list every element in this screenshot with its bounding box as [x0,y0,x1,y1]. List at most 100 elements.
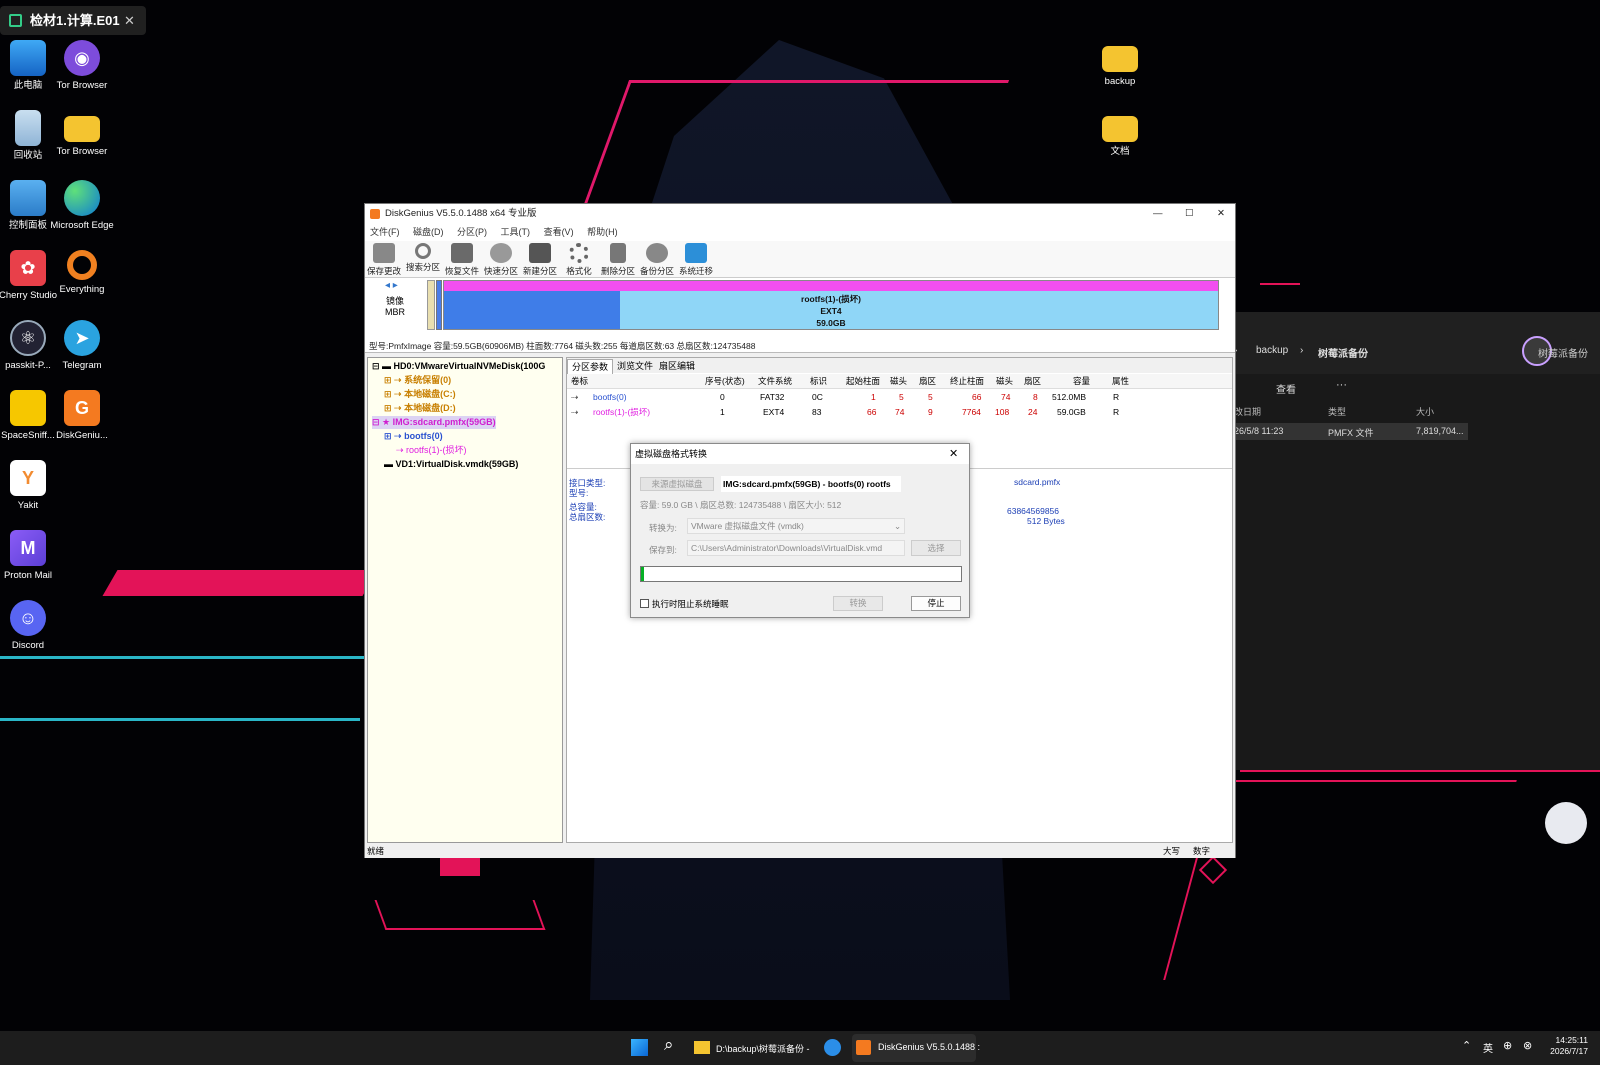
close-icon[interactable]: ✕ [124,6,135,35]
desktop-icon-tor-browser[interactable]: ◉ Tor Browser [50,40,114,92]
vm-tab[interactable]: 检材1.计算.E01 ✕ [0,6,146,35]
system-migration-button[interactable]: 系统迁移 [677,242,715,277]
breadcrumb-backup[interactable]: backup [1256,345,1288,356]
search-hint[interactable]: 树莓派备份 [1538,345,1588,360]
desktop-icon-documents[interactable]: 文档 [1088,110,1152,158]
tree-item-hd0[interactable]: ⊟ ▬ HD0:VMwareVirtualNVMeDisk(100G [372,360,545,373]
network-icon[interactable]: ⊗ [1523,1039,1532,1052]
disk-info-bar: 型号:PmfxImage 容量:59.5GB(60906MB) 柱面数:7764… [365,340,1235,353]
maximize-icon[interactable]: ☐ [1185,204,1194,224]
desktop-icon-diskgenius[interactable]: G DiskGeniu... [50,390,114,442]
convert-format-select[interactable]: VMware 虚拟磁盘文件 (vmdk) ⌄ [687,518,905,534]
backup-partition-button[interactable]: 备份分区 [638,242,676,277]
column-header[interactable]: 磁头 [996,374,1013,389]
desktop-icon-proton-mail[interactable]: M Proton Mail [0,530,60,582]
source-disk-value: IMG:sdcard.pmfx(59GB) - bootfs(0) rootfs [721,476,901,492]
close-icon[interactable]: ✕ [1217,204,1225,224]
menu-help[interactable]: 帮助(H) [587,227,618,237]
new-partition-button[interactable]: 新建分区 [521,242,559,277]
taskbar-explorer[interactable]: D:\backup\树莓派备份 - [690,1034,818,1062]
column-header[interactable]: 卷标 [571,374,588,389]
taskbar-diskgenius[interactable]: DiskGenius V5.5.0.1488 : [852,1034,980,1062]
desktop-icon-backup[interactable]: backup [1088,40,1152,88]
tree-item-bootfs[interactable]: ⊞ ⇢ bootfs(0) [384,430,443,443]
column-type[interactable]: 类型 [1328,405,1346,418]
column-size[interactable]: 大小 [1416,405,1434,418]
folder-icon [694,1041,710,1054]
close-icon[interactable]: ✕ [949,444,958,464]
globe-icon[interactable]: ⊕ [1503,1039,1512,1052]
tab-partition-params[interactable]: 分区参数 [567,359,614,374]
menu-partition[interactable]: 分区(P) [457,227,487,237]
save-changes-button[interactable]: 保存更改 [365,242,403,277]
column-header[interactable]: 标识 [810,374,827,389]
table-row[interactable]: ⇢ bootfs(0) 0 FAT32 0C 1 5 5 66 74 8 512… [567,390,1232,405]
assistant-avatar-icon[interactable] [1545,802,1587,844]
column-header[interactable]: 起始柱面 [846,374,880,389]
column-header[interactable]: 扇区 [919,374,936,389]
column-header[interactable]: 文件系统 [758,374,792,389]
tree-item-vd1[interactable]: ▬ VD1:VirtualDisk.vmdk(59GB) [384,458,518,471]
toolbar-label: 格式化 [566,266,592,276]
map-bootfs[interactable] [436,280,442,330]
prevent-sleep-checkbox[interactable] [640,599,649,608]
desktop-icon-discord[interactable]: ☺ Discord [0,600,60,652]
tree-item-system-reserved[interactable]: ⊞ ⇢ 系统保留(0) [384,374,451,387]
delete-partition-button[interactable]: 删除分区 [599,242,637,277]
view-button[interactable]: 查看 [1276,381,1296,396]
tree-item-c-drive[interactable]: ⊞ ⇢ 本地磁盘(C:) [384,388,456,401]
convert-button[interactable]: 转换 [833,596,883,611]
tree-item-img-sdcard[interactable]: ⊟ ★ IMG:sdcard.pmfx(59GB) [372,416,496,429]
map-mbr-label: MBR [385,307,405,317]
table-row[interactable]: ⇢ rootfs(1)-(损坏) 1 EXT4 83 66 74 9 7764 … [567,405,1232,420]
desktop-icon-yakit[interactable]: Y Yakit [0,460,60,512]
column-header[interactable]: 扇区 [1024,374,1041,389]
minimize-icon[interactable]: — [1153,204,1163,224]
progress-fill [641,567,645,581]
menu-view[interactable]: 查看(V) [544,227,574,237]
menu-file[interactable]: 文件(F) [370,227,400,237]
format-button[interactable]: 格式化 [560,242,598,277]
recover-files-button[interactable]: 恢复文件 [443,242,481,277]
column-date[interactable]: 改日期 [1234,405,1261,418]
source-disk-button[interactable]: 来源虚拟磁盘 [640,477,714,491]
toolbar-label: 删除分区 [600,266,635,276]
menu-tools[interactable]: 工具(T) [501,227,531,237]
ime-indicator[interactable]: 英 [1483,1040,1493,1055]
column-header[interactable]: 容量 [1073,374,1090,389]
map-rootfs[interactable]: rootfs(1)-(损坏) EXT4 59.0GB [443,280,1219,330]
safari-icon[interactable] [824,1039,841,1056]
table-row[interactable]: 26/5/8 11:23 PMFX 文件 7,819,704... [1230,423,1468,440]
search-icon[interactable]: ⌕ [664,1035,674,1055]
start-icon[interactable] [631,1039,648,1056]
clock[interactable]: 14:25:11 2026/7/17 [1548,1035,1588,1057]
map-unallocated[interactable] [427,280,435,330]
column-header[interactable]: 属性 [1112,374,1129,389]
desktop-icon-telegram[interactable]: ➤ Telegram [50,320,114,372]
toolbar-label: 新建分区 [522,266,557,276]
recycle-bin-icon [15,110,41,146]
choose-path-button[interactable]: 选择 [911,540,961,556]
clock-time: 14:25:11 [1555,1035,1588,1045]
tree-item-d-drive[interactable]: ⊞ ⇢ 本地磁盘(D:) [384,402,456,415]
column-header[interactable]: 磁头 [890,374,907,389]
breadcrumb-current[interactable]: 树莓派备份 [1318,345,1368,360]
cell-id: 0C [812,392,823,402]
arrow-nav-icon[interactable]: ◂ ▸ [385,280,398,291]
desktop-icon-everything[interactable]: Everything [50,250,114,296]
tab-sector-editor[interactable]: 扇区编辑 [655,359,699,373]
tab-browse-files[interactable]: 浏览文件 [613,359,657,373]
quick-partition-button[interactable]: 快速分区 [482,242,520,277]
menu-disk[interactable]: 磁盘(D) [413,227,444,237]
stop-button[interactable]: 停止 [911,596,961,611]
column-header[interactable]: 序号(状态) [705,374,745,389]
desktop-icon-edge[interactable]: Microsoft Edge [50,180,114,232]
vm-tab-title: 检材1.计算.E01 [30,13,120,28]
more-button[interactable]: ··· [1336,379,1347,391]
search-partition-button[interactable]: 搜索分区 [404,242,442,273]
save-path-input[interactable]: C:\Users\Administrator\Downloads\Virtual… [687,540,905,556]
tree-item-rootfs[interactable]: ⇢ rootfs(1)-(损坏) [396,444,467,457]
column-header[interactable]: 终止柱面 [950,374,984,389]
desktop-icon-tor-folder[interactable]: Tor Browser [50,110,114,158]
chevron-up-icon[interactable]: ⌃ [1462,1039,1471,1052]
